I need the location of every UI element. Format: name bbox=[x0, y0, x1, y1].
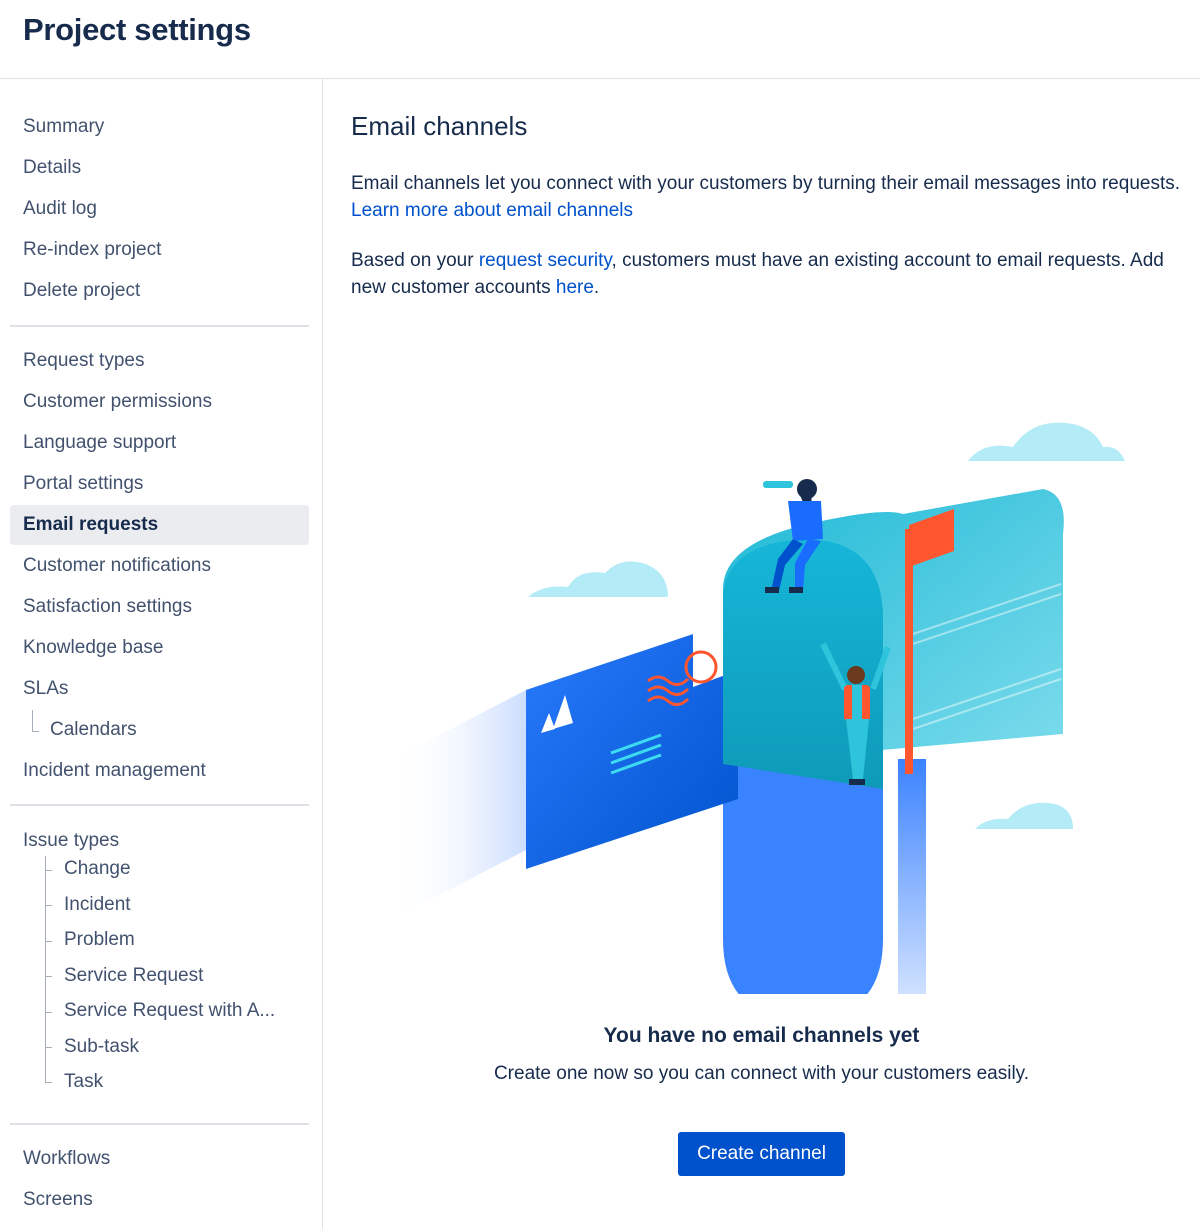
sidebar-divider bbox=[10, 1123, 309, 1125]
sidebar-item-delete-project[interactable]: Delete project bbox=[10, 271, 309, 311]
tree-connector bbox=[45, 1012, 52, 1013]
sidebar-divider bbox=[10, 804, 309, 806]
mailbox-illustration bbox=[393, 422, 1125, 994]
page-header: Project settings bbox=[0, 0, 1200, 79]
sidebar-item-issue-subtask[interactable]: Sub-task bbox=[64, 1032, 139, 1062]
main-content: Email channels Email channels let you co… bbox=[323, 79, 1200, 1229]
learn-more-link[interactable]: Learn more about email channels bbox=[351, 200, 633, 221]
sidebar-item-calendars[interactable]: Calendars bbox=[50, 715, 137, 745]
section-title: Email channels bbox=[351, 111, 528, 141]
tree-connector bbox=[45, 941, 52, 942]
sidebar-item-issue-task[interactable]: Task bbox=[64, 1067, 103, 1097]
empty-state-title: You have no email channels yet bbox=[603, 1024, 920, 1047]
tree-connector bbox=[45, 905, 52, 906]
tree-connector bbox=[45, 1047, 52, 1048]
period: . bbox=[593, 277, 600, 298]
tree-connector bbox=[45, 1082, 52, 1083]
intro-text: Email channels let you connect with your… bbox=[351, 173, 1181, 194]
tree-connector bbox=[45, 856, 46, 1082]
sidebar-divider bbox=[10, 325, 309, 327]
add-customers-link[interactable]: here bbox=[556, 277, 594, 298]
sidebar-item-issue-problem[interactable]: Problem bbox=[64, 925, 135, 955]
tree-connector bbox=[32, 710, 33, 731]
sidebar-section-issue-types: Issue types bbox=[23, 830, 120, 851]
sidebar-item-issue-service-request-approvals[interactable]: Service Request with A... bbox=[64, 996, 275, 1026]
sidebar-item-customer-permissions[interactable]: Customer permissions bbox=[10, 382, 309, 422]
security-prefix: Based on your bbox=[351, 250, 474, 271]
sidebar-item-email-requests[interactable]: Email requests bbox=[10, 505, 309, 545]
empty-state-subtitle: Create one now so you can connect with y… bbox=[493, 1063, 1030, 1084]
tree-connector bbox=[45, 976, 52, 977]
sidebar-item-details[interactable]: Details bbox=[10, 148, 309, 188]
request-security-link[interactable]: request security bbox=[479, 250, 612, 271]
sidebar-item-audit-log[interactable]: Audit log bbox=[10, 189, 309, 229]
sidebar-item-customer-notifications[interactable]: Customer notifications bbox=[10, 546, 309, 586]
intro-paragraph: Email channels let you connect with your… bbox=[351, 170, 1181, 224]
page-title: Project settings bbox=[23, 12, 251, 47]
tree-connector bbox=[45, 870, 52, 871]
sidebar-item-issue-change[interactable]: Change bbox=[64, 854, 131, 884]
sidebar-item-issue-incident[interactable]: Incident bbox=[64, 890, 131, 920]
sidebar-item-workflows[interactable]: Workflows bbox=[10, 1139, 309, 1179]
sidebar-item-language-support[interactable]: Language support bbox=[10, 423, 309, 463]
sidebar-nav: Summary Details Audit log Re-index proje… bbox=[0, 79, 323, 1229]
sidebar-item-request-types[interactable]: Request types bbox=[10, 341, 309, 381]
security-paragraph: Based on your request security, customer… bbox=[351, 247, 1181, 301]
sidebar-item-incident-management[interactable]: Incident management bbox=[10, 751, 309, 791]
sidebar-item-portal-settings[interactable]: Portal settings bbox=[10, 464, 309, 504]
sidebar-item-satisfaction-settings[interactable]: Satisfaction settings bbox=[10, 587, 309, 627]
tree-connector bbox=[32, 731, 39, 732]
sidebar-item-slas[interactable]: SLAs bbox=[10, 669, 309, 709]
sidebar-item-screens[interactable]: Screens bbox=[10, 1180, 309, 1220]
sidebar-item-issue-service-request[interactable]: Service Request bbox=[64, 961, 203, 991]
sidebar-item-summary[interactable]: Summary bbox=[10, 107, 309, 147]
sidebar-item-reindex-project[interactable]: Re-index project bbox=[10, 230, 309, 270]
create-channel-button[interactable]: Create channel bbox=[678, 1132, 845, 1176]
sidebar-item-knowledge-base[interactable]: Knowledge base bbox=[10, 628, 309, 668]
